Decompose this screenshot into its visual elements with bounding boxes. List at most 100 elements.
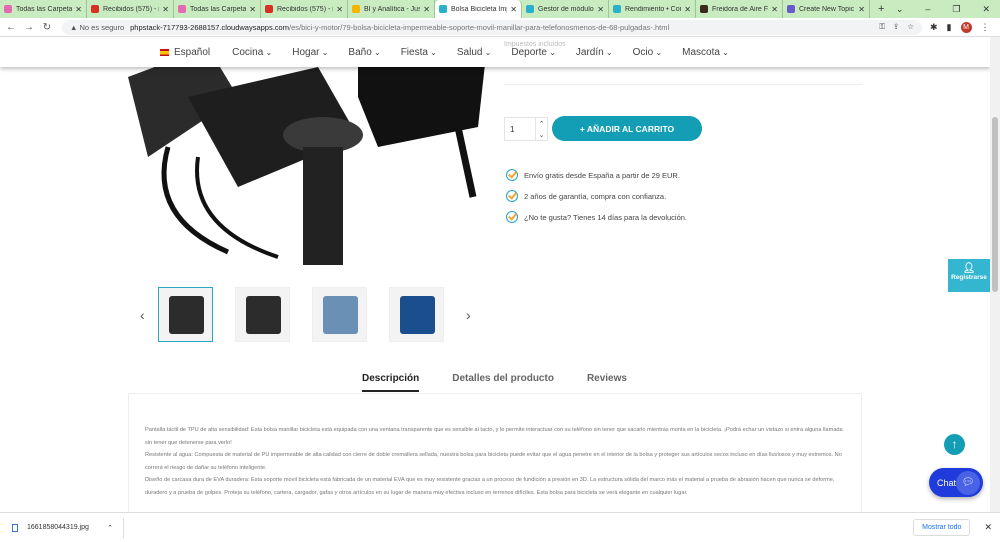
browser-tab[interactable]: Gestor de módulos ✕ [522,0,609,18]
tab-title: Freidora de Aire Fr [712,5,769,13]
menu-item-label: Salud [456,46,483,58]
menu-item[interactable]: Jardín ⌄ [576,47,613,58]
tab-search-icon[interactable]: ⌄ [896,4,904,15]
file-icon [12,523,18,532]
close-tab-icon[interactable]: ✕ [162,5,169,14]
register-button[interactable]: 👤︎ Registrarse [948,259,990,292]
close-tab-icon[interactable]: ✕ [75,5,82,14]
add-to-cart-button[interactable]: + AÑADIR AL CARRITO [552,116,702,141]
decrement-icon[interactable]: ⌄ [539,131,545,139]
menu-item[interactable]: Salud ⌄ [457,47,492,58]
maximize-icon[interactable]: ❐ [952,4,960,15]
product-tabs: Descripción Detalles del producto Review… [362,373,627,392]
scroll-top-button[interactable]: ↑ [944,434,965,455]
feature-text: 2 años de garantía, compra con confianza… [524,191,667,201]
scrollbar[interactable] [990,37,1000,512]
close-tab-icon[interactable]: ✕ [771,5,778,14]
favicon-icon [439,5,447,13]
browser-tab-bar: Todas las Carpetas ✕ Recibidos (575) - n ✕ T… [0,0,1000,18]
product-image[interactable] [128,37,488,265]
feature-text: ¿No te gusta? Tienes 14 días para la dev… [524,212,688,222]
increment-icon[interactable]: ⌃ [539,120,545,128]
chevron-up-icon[interactable]: ⌃ [107,524,113,532]
profile-avatar[interactable]: M [960,21,972,33]
thumbnail[interactable] [389,287,444,342]
browser-tab[interactable]: Todas las Carpetas ✕ [174,0,261,18]
browser-tab[interactable]: Recibidos (575) - n ✕ [87,0,174,18]
address-bar-row: ← → ↻ ▲ No es seguro phpstack-717793-268… [0,18,1000,37]
reload-icon[interactable]: ↻ [40,22,54,33]
menu-item[interactable]: Fiesta ⌄ [401,47,437,58]
tab-product-details[interactable]: Detalles del producto [452,373,554,392]
show-all-button[interactable]: Mostrar todo [913,519,971,536]
back-icon[interactable]: ← [4,22,18,33]
forward-icon[interactable]: → [22,22,36,33]
tab-title: Todas las Carpetas [16,5,73,13]
close-tab-icon[interactable]: ✕ [858,5,865,14]
favicon-icon [526,5,534,13]
extensions-icon[interactable]: ✱ [930,22,938,33]
url-host: phpstack-717793-2688157.cloudwaysapps.co… [130,22,289,32]
browser-tab[interactable]: Rendimiento • Con ✕ [609,0,696,18]
menu-item[interactable]: Baño ⌄ [348,47,380,58]
feature-item: Envío gratis desde España a partir de 29… [506,169,680,181]
thumbnail[interactable] [312,287,367,342]
menu-item[interactable]: Hogar ⌄ [292,47,328,58]
chat-button[interactable]: Chat 💬︎ [929,468,983,497]
chevron-right-icon[interactable]: › [466,307,484,323]
menu-item-label: Fiesta [400,46,428,58]
menu-item[interactable]: Ocio ⌄ [633,47,663,58]
tab-description[interactable]: Descripción [362,373,420,392]
tab-title: Bolsa Bicicleta Imp [451,5,508,13]
menu-item-label: Ocio [632,46,654,58]
menu-item[interactable]: Deporte ⌄ [511,47,556,58]
chat-bubble-icon: 💬︎ [956,470,980,495]
browser-tab[interactable]: Freidora de Aire Fr ✕ [696,0,783,18]
tab-reviews[interactable]: Reviews [587,373,627,392]
minimize-icon[interactable]: – [925,4,930,15]
browser-tab[interactable]: Bolsa Bicicleta Imp ✕ [435,0,522,18]
close-tab-icon[interactable]: ✕ [510,5,517,14]
browser-tab[interactable]: BI y Analítica - Justi ✕ [348,0,435,18]
close-tab-icon[interactable]: ✕ [423,5,430,14]
key-icon[interactable]: ⚿ [879,22,885,32]
share-icon[interactable]: ⇪ [893,22,899,32]
browser-tab[interactable]: Todas las Carpetas ✕ [0,0,87,18]
menu-item[interactable]: Cocina ⌄ [232,47,272,58]
tab-title: Recibidos (575) - n [277,5,334,13]
description-paragraph: Resistente al agua: Compuesta de materia… [145,452,842,471]
description-panel: Pantalla táctil de TPU de alta sensibili… [128,393,862,512]
close-tab-icon[interactable]: ✕ [336,5,343,14]
chevron-down-icon: ⌄ [653,47,663,57]
menu-item-label: Hogar [292,46,320,58]
quantity-input[interactable]: 1 [505,118,535,140]
menu-item[interactable]: Mascota ⌄ [682,47,729,58]
thumbnail[interactable] [235,287,290,342]
favicon-icon [700,5,708,13]
quantity-stepper[interactable]: 1 ⌃ ⌄ [504,117,548,141]
page-viewport: Español Cocina ⌄ Hogar ⌄ Baño ⌄ Fiesta ⌄ Sal… [0,37,990,512]
close-icon[interactable]: ✕ [984,522,992,533]
browser-tab[interactable]: Create New Topic ✕ [783,0,870,18]
window-close-icon[interactable]: ✕ [982,4,990,15]
sidepanel-icon[interactable]: ▮ [947,22,952,33]
close-tab-icon[interactable]: ✕ [249,5,256,14]
menu-item-label: Mascota [682,46,720,58]
download-item[interactable]: 1661858044319.jpg ⌃ [0,517,124,538]
close-tab-icon[interactable]: ✕ [597,5,604,14]
thumbnail[interactable] [158,287,213,342]
favicon-icon [91,5,99,13]
language-selector[interactable]: Español [160,47,210,58]
divider [504,84,862,85]
favicon-icon [787,5,795,13]
chevron-left-icon[interactable]: ‹ [140,307,158,323]
new-tab-button[interactable]: + [870,3,892,15]
close-tab-icon[interactable]: ✕ [684,5,691,14]
browser-tab[interactable]: Recibidos (575) - n ✕ [261,0,348,18]
url-input[interactable]: ▲ No es seguro phpstack-717793-2688157.c… [62,19,922,35]
tab-title: Rendimiento • Con [625,5,682,13]
menu-icon[interactable]: ⋮ [981,22,990,33]
star-icon[interactable]: ☆ [907,22,914,32]
register-label: Registrarse [951,274,987,281]
thumbnail-carousel: ‹ › [140,287,484,342]
